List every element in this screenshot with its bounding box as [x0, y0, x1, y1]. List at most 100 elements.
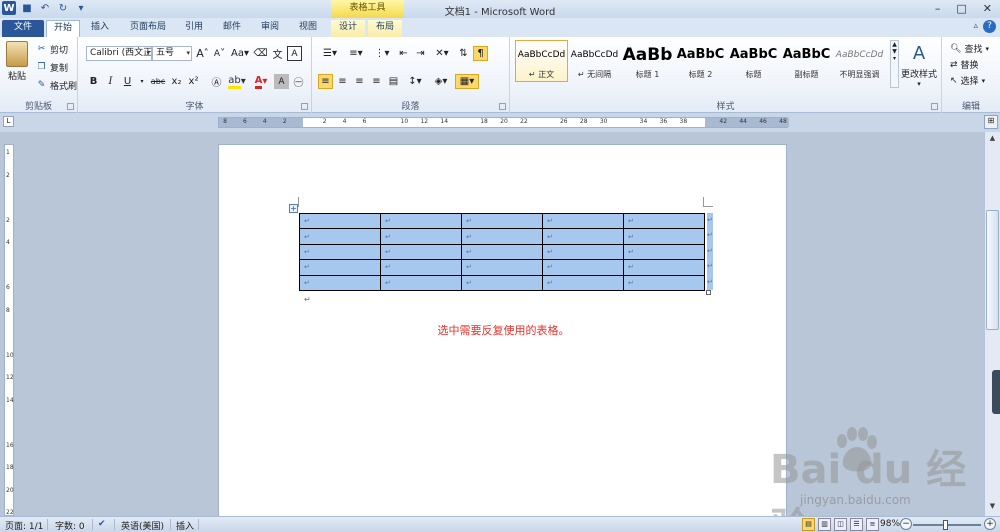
clipboard-launcher-icon[interactable]: [67, 103, 74, 110]
asian-layout-icon[interactable]: ✕▾: [430, 46, 454, 61]
shading-icon[interactable]: ◈▾: [429, 74, 453, 89]
borders-icon[interactable]: ▦▾: [455, 74, 479, 89]
zoom-in-icon[interactable]: +: [984, 518, 996, 530]
bold-button[interactable]: B: [86, 74, 101, 89]
scroll-up-icon[interactable]: ▲: [986, 134, 999, 146]
side-panel-tab[interactable]: [992, 370, 1000, 414]
paragraph-launcher-icon[interactable]: [499, 103, 506, 110]
table-cell[interactable]: ↵: [299, 274, 381, 291]
underline-button[interactable]: U: [120, 74, 135, 89]
minimize-button[interactable]: –: [935, 2, 941, 15]
table-cell[interactable]: ↵: [299, 212, 381, 230]
tab-mailings[interactable]: 邮件: [216, 20, 248, 37]
italic-button[interactable]: I: [103, 74, 118, 89]
align-left-icon[interactable]: ≡: [318, 74, 333, 89]
zoom-out-icon[interactable]: −: [900, 518, 912, 530]
word-count[interactable]: 字数: 0: [55, 519, 85, 532]
document-table[interactable]: ↵ ↵ ↵ ↵ ↵ ↵ ↵ ↵ ↵ ↵ ↵ ↵ ↵ ↵ ↵ ↵ ↵ ↵ ↵ ↵ ↵ ↵ ↵ ↵ ↵: [299, 212, 705, 291]
subscript-button[interactable]: x₂: [169, 74, 184, 89]
superscript-button[interactable]: x²: [186, 74, 201, 89]
tab-file[interactable]: 文件: [2, 20, 44, 37]
style-item[interactable]: AaBb 标题 1: [621, 40, 674, 82]
sort-icon[interactable]: ⇅: [456, 46, 471, 61]
table-cell[interactable]: ↵: [461, 274, 543, 291]
table-cell[interactable]: ↵: [542, 228, 624, 245]
tab-design[interactable]: 设计: [331, 20, 365, 37]
font-color-icon[interactable]: A ▾: [250, 74, 272, 89]
find-button[interactable]: 🔍︎ 查找 ▾: [950, 42, 989, 56]
table-row[interactable]: ↵ ↵ ↵ ↵ ↵: [299, 259, 705, 276]
table-cell[interactable]: ↵: [380, 274, 462, 291]
line-spacing-icon[interactable]: ↕▾: [403, 74, 427, 89]
table-row[interactable]: ↵ ↵ ↵ ↵ ↵: [299, 274, 705, 291]
customize-qat-icon[interactable]: ▾: [74, 1, 88, 15]
table-cell[interactable]: ↵: [542, 243, 624, 261]
char-shading-icon[interactable]: A: [274, 74, 289, 89]
grow-font-icon[interactable]: A ˄: [195, 46, 210, 61]
table-cell[interactable]: ↵: [299, 243, 381, 261]
close-button[interactable]: ✕: [983, 2, 992, 15]
table-cell[interactable]: ↵: [623, 212, 705, 230]
table-move-handle-icon[interactable]: +: [289, 204, 298, 213]
increase-indent-icon[interactable]: ⇥: [413, 46, 428, 61]
numbering-icon[interactable]: ≡▾: [344, 46, 368, 61]
language-indicator[interactable]: 英语(美国): [121, 519, 164, 532]
full-screen-reading-icon[interactable]: ▥: [818, 518, 831, 531]
table-cell[interactable]: ↵: [461, 243, 543, 261]
char-border-icon[interactable]: A: [287, 46, 302, 61]
phonetic-guide-icon[interactable]: 文: [270, 46, 285, 61]
decrease-indent-icon[interactable]: ⇤: [396, 46, 411, 61]
replace-button[interactable]: ⇄ 替换: [950, 58, 979, 72]
outline-icon[interactable]: ☰: [850, 518, 863, 531]
paste-button[interactable]: 粘贴: [8, 69, 26, 82]
print-layout-icon[interactable]: ▤: [802, 518, 815, 531]
table-cell[interactable]: ↵: [461, 259, 543, 276]
show-marks-icon[interactable]: ¶: [473, 46, 488, 61]
undo-icon[interactable]: ↶: [38, 1, 52, 15]
font-size-combo[interactable]: 五号 ▾: [152, 46, 192, 61]
copy-button[interactable]: ❐ 复制: [36, 60, 68, 74]
highlight-color-icon[interactable]: ab ▾: [226, 74, 248, 89]
zoom-level[interactable]: 98%: [880, 519, 900, 529]
tab-page-layout[interactable]: 页面布局: [124, 20, 172, 37]
select-button[interactable]: ↖ 选择 ▾: [950, 74, 985, 88]
styles-gallery-scroll[interactable]: ▲ ▼ ▾: [890, 40, 899, 88]
view-ruler-icon[interactable]: ⊞: [984, 115, 998, 129]
shrink-font-icon[interactable]: A ˅: [212, 46, 227, 61]
font-name-combo[interactable]: Calibri (西文正 ▾: [86, 46, 152, 61]
proofing-icon[interactable]: ✔: [98, 519, 106, 529]
table-cell[interactable]: ↵: [380, 259, 462, 276]
scroll-thumb[interactable]: [986, 210, 999, 330]
tab-view[interactable]: 视图: [292, 20, 324, 37]
tab-insert[interactable]: 插入: [84, 20, 116, 37]
style-item[interactable]: AaBbCcDd 不明显强调: [833, 40, 886, 82]
paste-icon[interactable]: [6, 41, 28, 67]
cut-button[interactable]: ✂ 剪切: [36, 42, 68, 56]
document-page[interactable]: + ↵ ↵ ↵ ↵ ↵ ↵ ↵ ↵ ↵ ↵ ↵ ↵ ↵ ↵ ↵ ↵ ↵ ↵ ↵ ↵ ↵ ↵ ↵ ↵ ↵ ↵ ↵ ↵ ↵ ↵ ↵ 选中需要…: [218, 144, 787, 522]
bullets-icon[interactable]: ☰▾: [318, 46, 342, 61]
vertical-ruler[interactable]: 1 2 2 4 6 8 10 12 14 16 18 20 22: [4, 144, 14, 516]
table-row[interactable]: ↵ ↵ ↵ ↵ ↵: [299, 212, 705, 230]
tab-references[interactable]: 引用: [178, 20, 210, 37]
style-item[interactable]: AaBbC 副标题: [780, 40, 833, 82]
tab-layout[interactable]: 布局: [368, 20, 402, 37]
table-cell[interactable]: ↵: [542, 259, 624, 276]
table-cell[interactable]: ↵: [380, 212, 462, 230]
strikethrough-button[interactable]: abc: [149, 74, 167, 89]
table-row[interactable]: ↵ ↵ ↵ ↵ ↵: [299, 243, 705, 261]
underline-dropdown-icon[interactable]: ▾: [137, 74, 147, 89]
table-cell[interactable]: ↵: [299, 259, 381, 276]
draft-icon[interactable]: ≡: [866, 518, 879, 531]
tab-review[interactable]: 审阅: [254, 20, 286, 37]
insert-mode-indicator[interactable]: 插入: [176, 519, 194, 532]
style-item[interactable]: AaBbC 标题: [727, 40, 780, 82]
redo-icon[interactable]: ↻: [56, 1, 70, 15]
table-cell[interactable]: ↵: [623, 243, 705, 261]
maximize-button[interactable]: □: [956, 2, 966, 15]
table-cell[interactable]: ↵: [461, 212, 543, 230]
style-item[interactable]: AaBbCcDd ↵ 无间隔: [568, 40, 621, 82]
tab-home[interactable]: 开始: [46, 20, 80, 37]
page-count[interactable]: 页面: 1/1: [5, 519, 43, 532]
clear-format-icon[interactable]: ⌫: [253, 46, 268, 61]
web-layout-icon[interactable]: ◫: [834, 518, 847, 531]
